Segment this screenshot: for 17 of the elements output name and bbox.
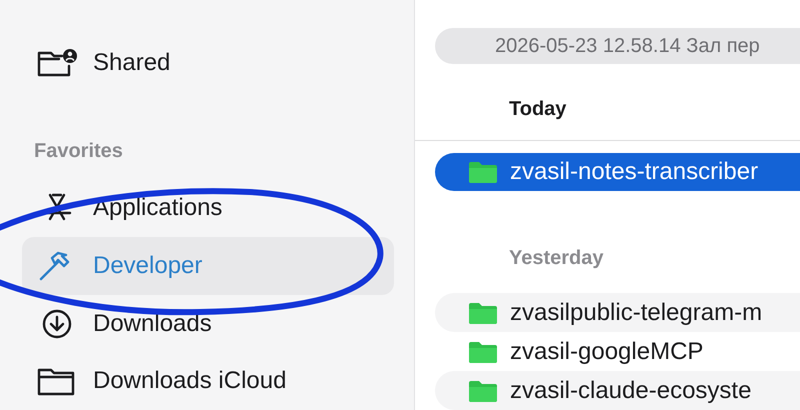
file-row[interactable]: zvasil-claude-ecosyste bbox=[435, 371, 800, 410]
shared-folder-icon bbox=[36, 46, 78, 79]
file-row[interactable]: zvasil-googleMCP bbox=[435, 332, 800, 371]
folder-icon bbox=[468, 378, 498, 402]
sidebar-item[interactable]: Downloads iCloud bbox=[22, 352, 394, 410]
file-row[interactable]: zvasilpublic-telegram-m bbox=[435, 293, 800, 332]
file-row[interactable]: zvasil-notes-transcriber bbox=[435, 153, 800, 191]
sidebar-item[interactable]: Applications bbox=[22, 180, 394, 238]
folder-icon bbox=[468, 340, 498, 364]
sidebar-item[interactable]: Downloads bbox=[22, 294, 394, 352]
section-heading: Today bbox=[509, 97, 566, 122]
folder-icon bbox=[468, 160, 498, 184]
path-field[interactable]: 2026-05-23 12.58.14 Зал пер bbox=[435, 28, 800, 64]
section-heading: Favorites bbox=[34, 138, 123, 164]
section-heading: Yesterday bbox=[509, 246, 604, 271]
sidebar-item[interactable]: Shared bbox=[22, 34, 394, 92]
folder-icon bbox=[468, 300, 498, 324]
